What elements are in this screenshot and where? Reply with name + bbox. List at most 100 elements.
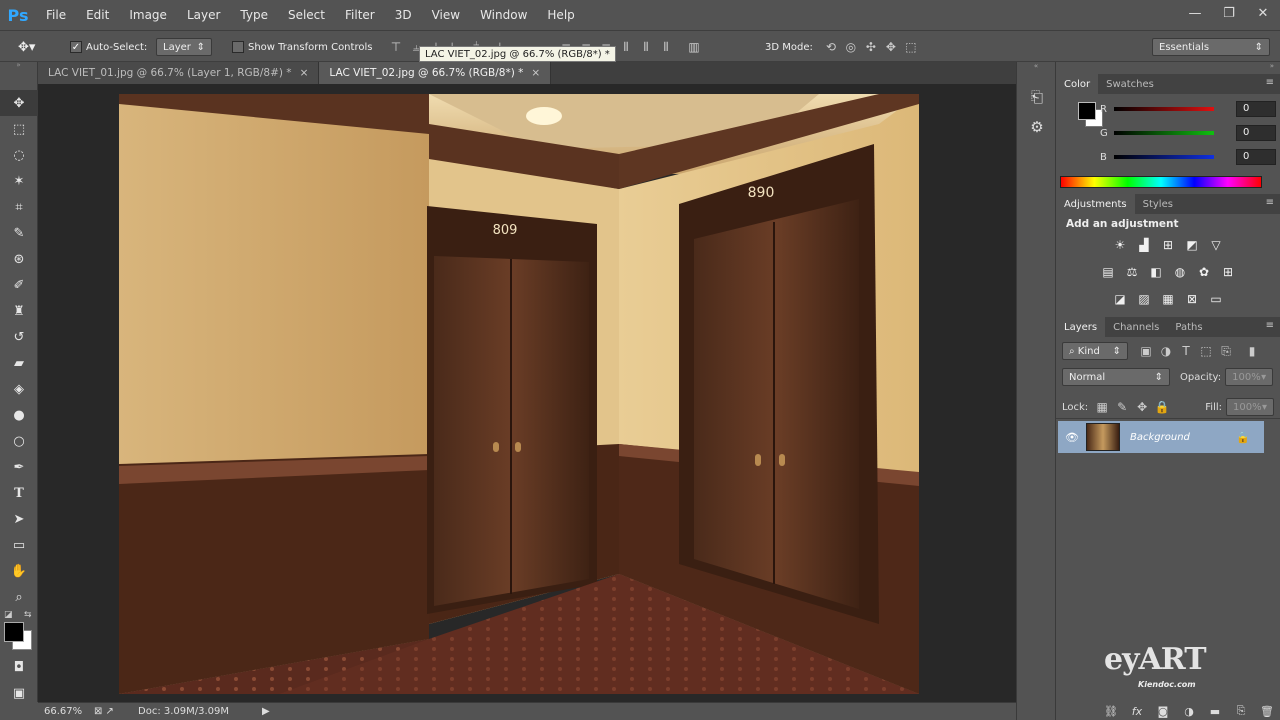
align-top-icon[interactable]: ⊤: [386, 37, 406, 57]
auto-select-option[interactable]: ✓ Auto-Select:: [70, 37, 147, 57]
document-tab-1[interactable]: LAC VIET_01.jpg @ 66.7% (Layer 1, RGB/8#…: [38, 62, 320, 84]
blue-track[interactable]: [1114, 155, 1214, 159]
3d-roll-icon[interactable]: ◎: [841, 37, 861, 57]
blue-slider[interactable]: B 0: [1100, 148, 1276, 166]
dodge-tool-icon[interactable]: ○: [0, 428, 38, 454]
tab-channels[interactable]: Channels: [1105, 317, 1167, 337]
menu-select[interactable]: Select: [278, 0, 335, 30]
filter-type-icon[interactable]: T: [1176, 341, 1196, 361]
add-mask-icon[interactable]: ◙: [1150, 705, 1176, 718]
tab-adjustments[interactable]: Adjustments: [1056, 194, 1135, 214]
menu-3d[interactable]: 3D: [385, 0, 422, 30]
menu-window[interactable]: Window: [470, 0, 537, 30]
quick-select-tool-icon[interactable]: ✶: [0, 168, 38, 194]
panel-menu-icon[interactable]: ≡: [1266, 77, 1274, 88]
fill-field[interactable]: 100% ▾: [1226, 398, 1274, 416]
zoom-level[interactable]: 66.67%: [38, 706, 94, 717]
panel-menu-icon[interactable]: ≡: [1266, 197, 1274, 208]
link-layers-icon[interactable]: ⛓: [1098, 705, 1124, 718]
move-tool-icon[interactable]: ✥: [0, 90, 38, 116]
blend-mode-dropdown[interactable]: Normal ⇕: [1062, 368, 1170, 386]
show-transform-checkbox[interactable]: [232, 41, 244, 53]
photo-filter-icon[interactable]: ◍: [1168, 261, 1192, 283]
hand-tool-icon[interactable]: ✋: [0, 558, 38, 584]
exposure-icon[interactable]: ◩: [1180, 234, 1204, 256]
layer-style-icon[interactable]: fx: [1124, 705, 1150, 718]
3d-slide-icon[interactable]: ✥: [881, 37, 901, 57]
menu-image[interactable]: Image: [119, 0, 177, 30]
green-track[interactable]: [1114, 131, 1214, 135]
lock-pixels-icon[interactable]: ✎: [1112, 397, 1132, 417]
menu-help[interactable]: Help: [537, 0, 584, 30]
auto-align-icon[interactable]: ▥: [684, 37, 704, 57]
clone-stamp-tool-icon[interactable]: ♜: [0, 298, 38, 324]
panel-menu-icon[interactable]: ≡: [1266, 320, 1274, 331]
properties-panel-icon[interactable]: ⚙: [1017, 112, 1057, 142]
blue-value[interactable]: 0: [1236, 149, 1276, 165]
tab-paths[interactable]: Paths: [1167, 317, 1210, 337]
history-panel-icon[interactable]: ⎗: [1017, 82, 1057, 112]
close-window-button[interactable]: ✕: [1246, 0, 1280, 26]
hue-saturation-icon[interactable]: ▤: [1096, 261, 1120, 283]
tab-close-icon[interactable]: ×: [531, 67, 540, 79]
workspace-dropdown[interactable]: Essentials ⇕: [1152, 38, 1270, 56]
red-track[interactable]: [1114, 107, 1214, 111]
tab-color[interactable]: Color: [1056, 74, 1099, 94]
color-spectrum-bar[interactable]: [1060, 176, 1262, 188]
curves-icon[interactable]: ⊞: [1156, 234, 1180, 256]
paint-bucket-tool-icon[interactable]: ◈: [0, 376, 38, 402]
healing-brush-tool-icon[interactable]: ⊛: [0, 246, 38, 272]
distribute-left-icon[interactable]: ⦀: [616, 37, 636, 57]
3d-drag-icon[interactable]: ✣: [861, 37, 881, 57]
rectangle-tool-icon[interactable]: ▭: [0, 532, 38, 558]
3d-rotate-icon[interactable]: ⟲: [821, 37, 841, 57]
show-transform-option[interactable]: Show Transform Controls: [232, 37, 372, 57]
green-slider[interactable]: G 0: [1100, 124, 1276, 142]
layer-row-background[interactable]: 👁 Background 🔒: [1058, 421, 1264, 453]
opacity-field[interactable]: 100% ▾: [1225, 368, 1274, 386]
brush-tool-icon[interactable]: ✐: [0, 272, 38, 298]
menu-layer[interactable]: Layer: [177, 0, 230, 30]
3d-scale-icon[interactable]: ⬚: [901, 37, 921, 57]
channel-mixer-icon[interactable]: ✿: [1192, 261, 1216, 283]
color-balance-icon[interactable]: ⚖: [1120, 261, 1144, 283]
tab-close-icon[interactable]: ×: [300, 67, 309, 79]
brightness-contrast-icon[interactable]: ☀: [1108, 234, 1132, 256]
default-colors-icon[interactable]: ◪: [4, 610, 13, 620]
type-tool-icon[interactable]: T: [0, 480, 38, 506]
gradient-map-icon[interactable]: ▭: [1204, 288, 1228, 310]
filter-kind-dropdown[interactable]: ⌕ Kind ⇕: [1062, 342, 1128, 360]
new-layer-icon[interactable]: ⎘: [1228, 704, 1254, 718]
layer-name[interactable]: Background: [1130, 432, 1190, 443]
distribute-right-icon[interactable]: ⦀: [656, 37, 676, 57]
vibrance-icon[interactable]: ▽: [1204, 234, 1228, 256]
eyedropper-tool-icon[interactable]: ✎: [0, 220, 38, 246]
crop-tool-icon[interactable]: ⌗: [0, 194, 38, 220]
history-brush-tool-icon[interactable]: ↺: [0, 324, 38, 350]
selective-color-icon[interactable]: ⊠: [1180, 288, 1204, 310]
filter-shape-icon[interactable]: ⬚: [1196, 341, 1216, 361]
tab-swatches[interactable]: Swatches: [1098, 74, 1162, 94]
red-value[interactable]: 0: [1236, 101, 1276, 117]
tab-layers[interactable]: Layers: [1056, 317, 1106, 337]
menu-view[interactable]: View: [422, 0, 470, 30]
foreground-color-swatch[interactable]: [4, 622, 24, 642]
color-fg-swatch[interactable]: [1078, 102, 1096, 120]
levels-icon[interactable]: ▟: [1132, 234, 1156, 256]
canvas-area[interactable]: 809 890: [38, 84, 1016, 702]
threshold-icon[interactable]: ▦: [1156, 288, 1180, 310]
menu-file[interactable]: File: [36, 0, 76, 30]
screen-mode-icon[interactable]: ▣: [0, 680, 38, 706]
new-adjustment-icon[interactable]: ◑: [1176, 705, 1202, 718]
document-image[interactable]: 809 890: [119, 94, 919, 694]
green-value[interactable]: 0: [1236, 125, 1276, 141]
dock-collapse-icon[interactable]: «: [1017, 62, 1055, 74]
restore-button[interactable]: ❐: [1212, 0, 1246, 26]
tab-styles[interactable]: Styles: [1135, 194, 1181, 214]
menu-edit[interactable]: Edit: [76, 0, 119, 30]
new-group-icon[interactable]: ▬: [1202, 705, 1228, 718]
marquee-tool-icon[interactable]: ⬚: [0, 116, 38, 142]
move-tool-preset-icon[interactable]: ✥▾: [18, 37, 35, 57]
menu-filter[interactable]: Filter: [335, 0, 385, 30]
pen-tool-icon[interactable]: ✒: [0, 454, 38, 480]
